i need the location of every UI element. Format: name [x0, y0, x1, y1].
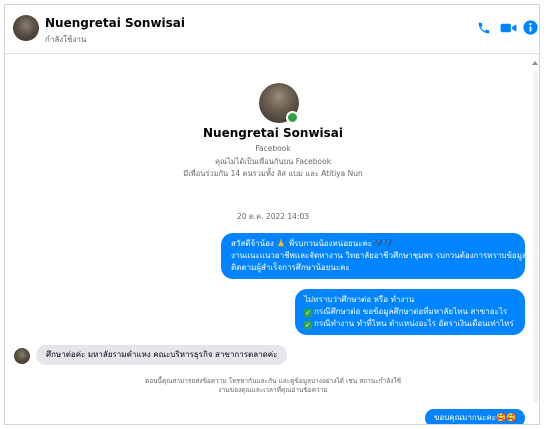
not-friends-note: คุณไม่ได้เป็นเพื่อนกันบน Facebook: [214, 157, 332, 166]
message-line: ✓ กรณีศึกษาต่อ ขอข้อมูลศึกษาต่อที่มหาลัยไ…: [304, 307, 508, 317]
outgoing-message[interactable]: ไม่ทราบว่าศึกษาต่อ หรือ ทำงาน ✓ กรณีศึกษา…: [295, 289, 525, 335]
sender-avatar[interactable]: [14, 348, 30, 364]
message-line: ไม่ทราบว่าศึกษาต่อ หรือ ทำงาน: [304, 295, 415, 304]
video-camera-icon[interactable]: [500, 21, 517, 35]
message-line: ติดตามผู้สำเร็จการศึกษาน้อยนะคะ: [231, 263, 350, 272]
scroll-up-arrow-icon[interactable]: [532, 61, 538, 65]
chat-header: Nuengretai Sonwisai กำลังใช้งาน: [5, 5, 539, 54]
profile-name: Nuengretai Sonwisai: [202, 126, 344, 140]
active-status: กำลังใช้งาน: [45, 35, 87, 44]
avatar[interactable]: [13, 15, 39, 41]
outgoing-message[interactable]: ขอบคุณมากนะคะ🥰🥰: [424, 409, 525, 424]
scrollbar-thumb[interactable]: [533, 71, 538, 403]
message-line: งานแนะแนวอาชีพและจัดหางาน วิทยาลัยอาชีวศ…: [231, 251, 540, 260]
profile-platform: Facebook: [255, 144, 291, 153]
message-timestamp: 20 ต.ค. 2022 14:03: [236, 212, 310, 221]
system-notice-line: งานของคุณและเวลาที่คุณอ่านข้อความ: [218, 386, 328, 394]
checkmark-icon: ✓: [304, 309, 312, 317]
system-notice-line: ตอนนี้คุณสามารถส่งข้อความ โทรหากันและกัน…: [144, 377, 402, 385]
message-line: ขอบคุณมากนะคะ🥰🥰: [433, 413, 516, 422]
mutual-friends-note: มีเพื่อนร่วมกัน 14 คนรวมทั้ง ลัส แบม และ…: [183, 169, 363, 178]
chat-window: Nuengretai Sonwisai กำลังใช้งาน Nuengret…: [4, 4, 540, 425]
contact-name[interactable]: Nuengretai Sonwisai: [45, 16, 185, 30]
checkmark-icon: ✓: [304, 321, 312, 329]
phone-icon[interactable]: [477, 21, 491, 35]
outgoing-message[interactable]: สวัสดีจ้าน้อง 🙏 พี่รบกวนน้องหน่อยนะคะ💙💙 …: [221, 233, 540, 279]
incoming-message[interactable]: ศึกษาต่อค่ะ มหาลัยรามคำแหง คณะบริหารธุรก…: [36, 345, 288, 365]
message-line: สวัสดีจ้าน้อง 🙏 พี่รบกวนน้องหน่อยนะคะ💙💙: [231, 239, 393, 248]
info-icon[interactable]: [523, 20, 538, 35]
message-line: ศึกษาต่อค่ะ มหาลัยรามคำแหง คณะบริหารธุรก…: [46, 350, 278, 359]
message-line: ✓ กรณีทำงาน ทำที่ไหน ตำแหน่งอะไร อัตราเงิ…: [304, 319, 514, 329]
online-status-dot: [286, 111, 299, 124]
